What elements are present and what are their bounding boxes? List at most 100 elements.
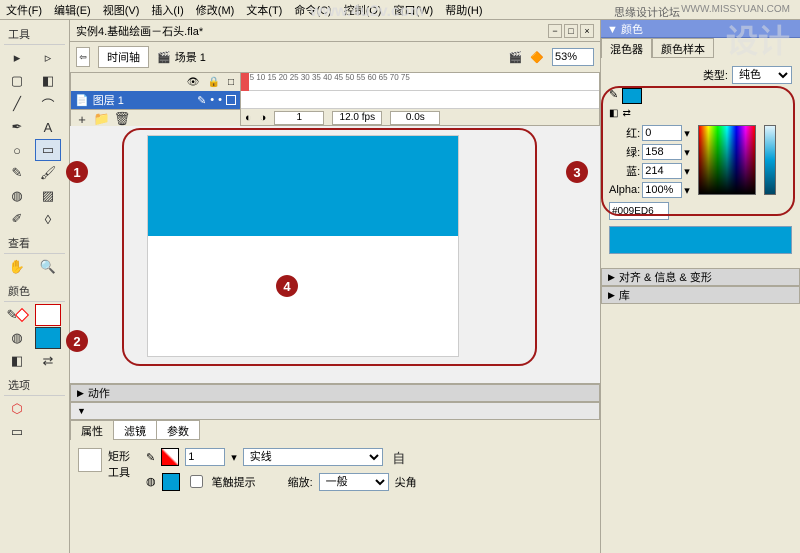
paint-bucket-tool[interactable]: ▨	[35, 185, 61, 207]
option4-tool[interactable]	[35, 421, 61, 443]
menu-window[interactable]: 窗口(W)	[394, 2, 434, 18]
delete-layer-button[interactable]: 🗑	[113, 112, 131, 126]
edit-symbol-icon[interactable]: 🔶	[530, 51, 544, 64]
brush-hint-label: 笔触提示	[212, 474, 256, 490]
lock-icon[interactable]: 🔒	[208, 77, 220, 88]
tool-icon	[78, 448, 102, 472]
stage[interactable]	[148, 136, 458, 356]
eyedropper-tool[interactable]: ✐	[4, 208, 30, 230]
zoom-tool[interactable]: 🔍	[35, 256, 61, 278]
chevron-right-icon: ▶	[608, 272, 615, 283]
menu-view[interactable]: 视图(V)	[103, 2, 140, 18]
hand-tool[interactable]: ✋	[4, 256, 30, 278]
color-picker[interactable]	[698, 125, 756, 195]
onion-icon[interactable]: ◐	[245, 112, 252, 124]
menu-help[interactable]: 帮助(H)	[445, 2, 482, 18]
gradient-tool[interactable]: ◧	[35, 70, 61, 92]
minimize-button[interactable]: −	[548, 24, 562, 38]
tab-properties[interactable]: 属性	[70, 420, 114, 440]
tab-params[interactable]: 参数	[156, 420, 200, 440]
scale-label: 缩放:	[288, 474, 313, 490]
timeline-button[interactable]: 时间轴	[98, 46, 149, 68]
option3-tool[interactable]: ▭	[4, 421, 30, 443]
actions-header[interactable]: ▶动作	[70, 384, 600, 402]
frame-ruler[interactable]: 1 5 10 15 20 25 30 35 40 45 50 55 60 65 …	[241, 73, 599, 82]
stroke-width-input[interactable]	[185, 448, 225, 466]
menu-edit[interactable]: 编辑(E)	[54, 2, 91, 18]
menu-bar: 文件(F) 编辑(E) 视图(V) 插入(I) 修改(M) 文本(T) 命令(C…	[0, 0, 800, 20]
align-panel-header[interactable]: ▶对齐 & 信息 & 变形	[601, 268, 800, 286]
tab-mixer[interactable]: 混色器	[601, 38, 652, 58]
eye-icon[interactable]: 👁	[187, 77, 200, 88]
bw-icon[interactable]: ◧	[4, 350, 30, 372]
library-panel-header[interactable]: ▶库	[601, 286, 800, 304]
pencil-tool[interactable]: ✎	[4, 162, 30, 184]
selection-tool[interactable]: ▸	[4, 47, 30, 69]
line-style-select[interactable]: 实线	[243, 448, 383, 466]
brush-tool[interactable]: 🖌	[35, 162, 61, 184]
outline-icon[interactable]: □	[228, 77, 234, 88]
fill-color[interactable]: ◍	[4, 327, 30, 349]
chevron-right-icon: ▶	[77, 388, 84, 399]
ink-bottle-tool[interactable]: ◍	[4, 185, 30, 207]
lasso-tool[interactable]: ⌒	[35, 93, 61, 115]
zoom-input[interactable]	[552, 48, 594, 66]
view-title: 查看	[4, 233, 65, 254]
tab-swatches[interactable]: 颜色样本	[652, 38, 714, 58]
scene-selector[interactable]: 🎬 场景 1	[157, 49, 206, 65]
custom-button[interactable]: 自	[389, 448, 409, 466]
oval-tool[interactable]: ○	[4, 139, 30, 161]
close-button[interactable]: ×	[580, 24, 594, 38]
fill-chip[interactable]	[35, 327, 61, 349]
menu-control[interactable]: 控制(O)	[344, 2, 382, 18]
stroke-chip[interactable]	[35, 304, 61, 326]
pen-tool[interactable]: ✒	[4, 116, 30, 138]
properties-header[interactable]: ▼	[70, 402, 600, 420]
tool-label-1: 矩形	[108, 448, 130, 464]
free-transform-tool[interactable]: ▢	[4, 70, 30, 92]
frame-track[interactable]	[241, 91, 599, 109]
layer-name: 图层 1	[93, 92, 124, 108]
forum-url: WWW.MISSYUAN.COM	[681, 4, 790, 15]
eraser-tool[interactable]: ◊	[35, 208, 61, 230]
onion-edit-icon[interactable]: ◑	[260, 112, 267, 124]
blue-rectangle[interactable]	[148, 136, 458, 236]
scale-select[interactable]: 一般	[319, 473, 389, 491]
stroke-slider[interactable]: ▾	[231, 451, 237, 464]
scene-icon: 🎬	[157, 51, 171, 64]
stroke-swatch[interactable]	[161, 448, 179, 466]
bucket-prop-icon: ◍	[146, 475, 156, 488]
fill-swatch[interactable]	[162, 473, 180, 491]
option2-tool[interactable]	[35, 398, 61, 420]
center-area: 实例4.基础绘画－石头.fla* − □ × ⇦ 时间轴 🎬 场景 1 🎬 🔶 …	[70, 20, 600, 553]
scene-label: 场景 1	[175, 49, 206, 65]
line-tool[interactable]: ╱	[4, 93, 30, 115]
current-frame: 1	[274, 111, 324, 125]
menu-commands[interactable]: 命令(C)	[294, 2, 331, 18]
new-layer-button[interactable]: +	[73, 112, 91, 126]
annotation-1: 1	[66, 161, 88, 183]
chevron-down-icon: ▼	[77, 406, 86, 416]
tab-filters[interactable]: 滤镜	[113, 420, 157, 440]
edit-scene-icon[interactable]: 🎬	[509, 51, 523, 64]
swap-colors[interactable]: ⇄	[35, 350, 61, 372]
layer-row[interactable]: 📄 图层 1 ✎ ••	[71, 91, 240, 109]
restore-button[interactable]: □	[564, 24, 578, 38]
document-tab: 实例4.基础绘画－石头.fla* − □ ×	[70, 20, 600, 42]
menu-file[interactable]: 文件(F)	[6, 2, 42, 18]
type-select[interactable]: 纯色	[732, 66, 792, 84]
back-button[interactable]: ⇦	[76, 47, 90, 67]
menu-modify[interactable]: 修改(M)	[196, 2, 235, 18]
menu-text[interactable]: 文本(T)	[246, 2, 282, 18]
playhead[interactable]	[241, 73, 249, 91]
color-panel-header[interactable]: ▼ 颜色	[601, 20, 800, 38]
snap-tool[interactable]: ⬡	[4, 398, 30, 420]
menu-insert[interactable]: 插入(I)	[151, 2, 183, 18]
rectangle-tool[interactable]: ▭	[35, 139, 61, 161]
tools-title: 工具	[4, 24, 65, 45]
brush-hint-checkbox[interactable]	[190, 475, 203, 488]
new-folder-button[interactable]: 📁	[93, 112, 111, 126]
text-tool[interactable]: A	[35, 116, 61, 138]
subselect-tool[interactable]: ▹	[35, 47, 61, 69]
stroke-color[interactable]: ✎	[4, 304, 30, 326]
